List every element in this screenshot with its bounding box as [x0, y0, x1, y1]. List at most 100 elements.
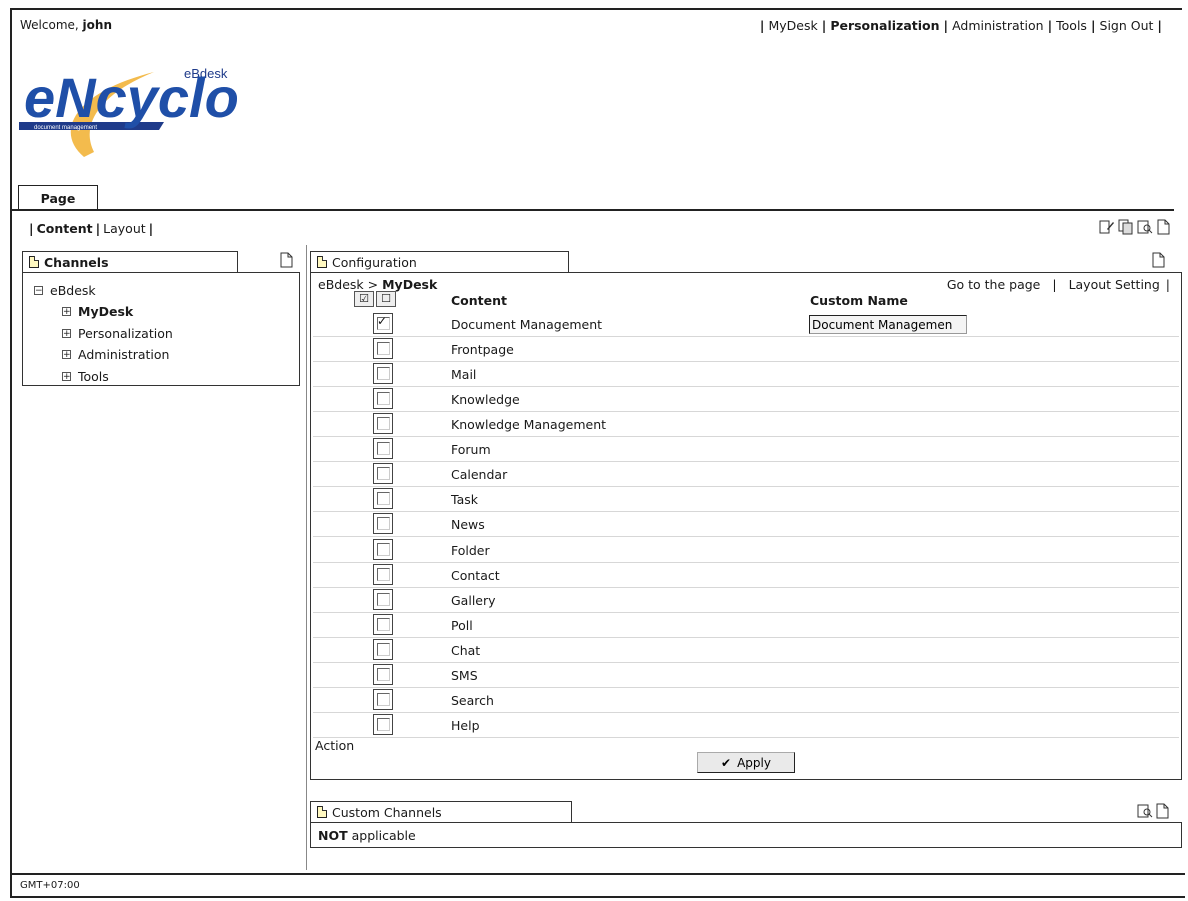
row-checkbox[interactable]	[373, 463, 393, 485]
row-label: Contact	[451, 567, 500, 583]
config-row	[313, 512, 1179, 538]
row-checkbox[interactable]	[373, 688, 393, 710]
row-checkbox[interactable]	[373, 538, 393, 560]
row-checkbox[interactable]	[373, 338, 393, 360]
config-row	[313, 713, 1179, 738]
top-nav-personalization[interactable]: Personalization	[830, 18, 939, 33]
config-row	[313, 337, 1179, 363]
row-checkbox[interactable]	[373, 513, 393, 535]
breadcrumb: eBdesk > MyDesk	[318, 277, 438, 292]
tree-item-administration[interactable]: + Administration	[62, 347, 169, 362]
row-checkbox[interactable]	[373, 713, 393, 735]
new-page-icon[interactable]	[1156, 219, 1172, 235]
row-label: Task	[451, 492, 478, 508]
tree-root[interactable]: − eBdesk	[34, 283, 96, 298]
username: john	[82, 18, 112, 32]
channels-panel-header: Channels	[22, 251, 238, 272]
expand-icon[interactable]: +	[62, 350, 71, 360]
tree-item-personalization[interactable]: + Personalization	[62, 326, 173, 341]
top-nav-mydesk[interactable]: MyDesk	[768, 18, 817, 33]
apply-button[interactable]: ✔ Apply	[697, 752, 795, 773]
action-label: Action	[315, 738, 355, 753]
row-checkbox[interactable]	[373, 488, 393, 510]
custom-channels-box	[310, 822, 1182, 848]
custom-channels-title: Custom Channels	[332, 804, 442, 820]
timezone-label: GMT+07:00	[20, 880, 80, 891]
preview-page-icon[interactable]	[1137, 219, 1153, 235]
new-channel-icon[interactable]	[1155, 803, 1171, 819]
row-label: Chat	[451, 642, 481, 658]
row-label: Gallery	[451, 592, 496, 608]
welcome-text: Welcome, john	[20, 18, 112, 32]
row-checkbox[interactable]	[373, 613, 393, 635]
top-nav: | MyDesk | Personalization | Administration | T…	[759, 18, 1162, 33]
row-label: Frontpage	[451, 342, 514, 358]
configuration-new-icon[interactable]	[1151, 252, 1167, 268]
config-row	[313, 688, 1179, 713]
tree-item-tools[interactable]: + Tools	[62, 369, 109, 384]
go-to-page-link[interactable]: Go to the page	[947, 277, 1041, 292]
row-checkbox[interactable]	[373, 438, 393, 460]
document-icon	[317, 256, 327, 268]
bottom-border	[10, 896, 1185, 898]
configuration-panel-header: Configuration	[310, 251, 569, 272]
row-checkbox[interactable]	[373, 363, 393, 385]
config-row	[313, 588, 1179, 613]
row-label: Knowledge Management	[451, 417, 607, 433]
config-row	[313, 362, 1179, 388]
footer-border	[10, 873, 1185, 875]
top-nav-sign-out[interactable]: Sign Out	[1100, 18, 1154, 33]
page-toolbar	[1099, 219, 1172, 235]
subnav-layout[interactable]: Layout	[103, 221, 146, 236]
row-label: Poll	[451, 617, 473, 633]
row-checkbox[interactable]	[373, 313, 393, 334]
tab-page[interactable]: Page	[18, 185, 98, 210]
channels-new-icon[interactable]	[279, 252, 295, 268]
config-row	[313, 487, 1179, 513]
row-checkbox[interactable]	[373, 638, 393, 660]
top-nav-administration[interactable]: Administration	[952, 18, 1043, 33]
expand-icon[interactable]: +	[62, 307, 71, 317]
top-nav-tools[interactable]: Tools	[1056, 18, 1087, 33]
column-header-custom-name: Custom Name	[810, 293, 908, 308]
select-buttons: ☑ ☐	[354, 291, 396, 307]
document-icon	[29, 256, 39, 268]
expand-icon[interactable]: +	[62, 328, 71, 338]
config-row	[313, 387, 1179, 413]
config-row	[313, 663, 1179, 688]
config-row	[313, 412, 1179, 438]
copy-page-icon[interactable]	[1118, 219, 1134, 235]
collapse-icon[interactable]: −	[34, 286, 43, 296]
custom-channels-text: NOT applicable	[318, 828, 416, 843]
row-checkbox[interactable]	[373, 388, 393, 410]
checkmark-icon: ✔	[721, 755, 732, 770]
config-row	[313, 538, 1179, 563]
preview-icon[interactable]	[1137, 803, 1153, 819]
row-checkbox[interactable]	[373, 663, 393, 685]
row-label: SMS	[451, 667, 478, 683]
custom-name-input[interactable]	[809, 315, 967, 334]
row-label: Search	[451, 692, 494, 708]
config-row	[313, 312, 1179, 337]
expand-icon[interactable]: +	[62, 371, 71, 381]
subnav-content[interactable]: Content	[37, 221, 93, 236]
row-label: Folder	[451, 542, 490, 558]
config-row	[313, 613, 1179, 638]
subnav: | Content | Layout |	[29, 221, 154, 236]
select-none-button[interactable]: ☐	[376, 291, 396, 307]
select-all-button[interactable]: ☑	[354, 291, 374, 307]
row-checkbox[interactable]	[373, 413, 393, 435]
breadcrumb-root[interactable]: eBdesk	[318, 277, 364, 292]
row-label: Help	[451, 717, 480, 733]
tab-underline	[10, 209, 1174, 211]
row-checkbox[interactable]	[373, 588, 393, 610]
column-header-content: Content	[451, 293, 507, 308]
layout-setting-link[interactable]: Layout Setting	[1069, 277, 1160, 292]
welcome-prefix: Welcome,	[20, 18, 79, 32]
edit-page-icon[interactable]	[1099, 219, 1115, 235]
logo-tagline: document management	[34, 125, 97, 131]
tree-item-mydesk[interactable]: + MyDesk	[62, 304, 133, 319]
row-checkbox[interactable]	[373, 563, 393, 585]
row-label: News	[451, 517, 485, 533]
breadcrumb-current: MyDesk	[382, 277, 438, 292]
